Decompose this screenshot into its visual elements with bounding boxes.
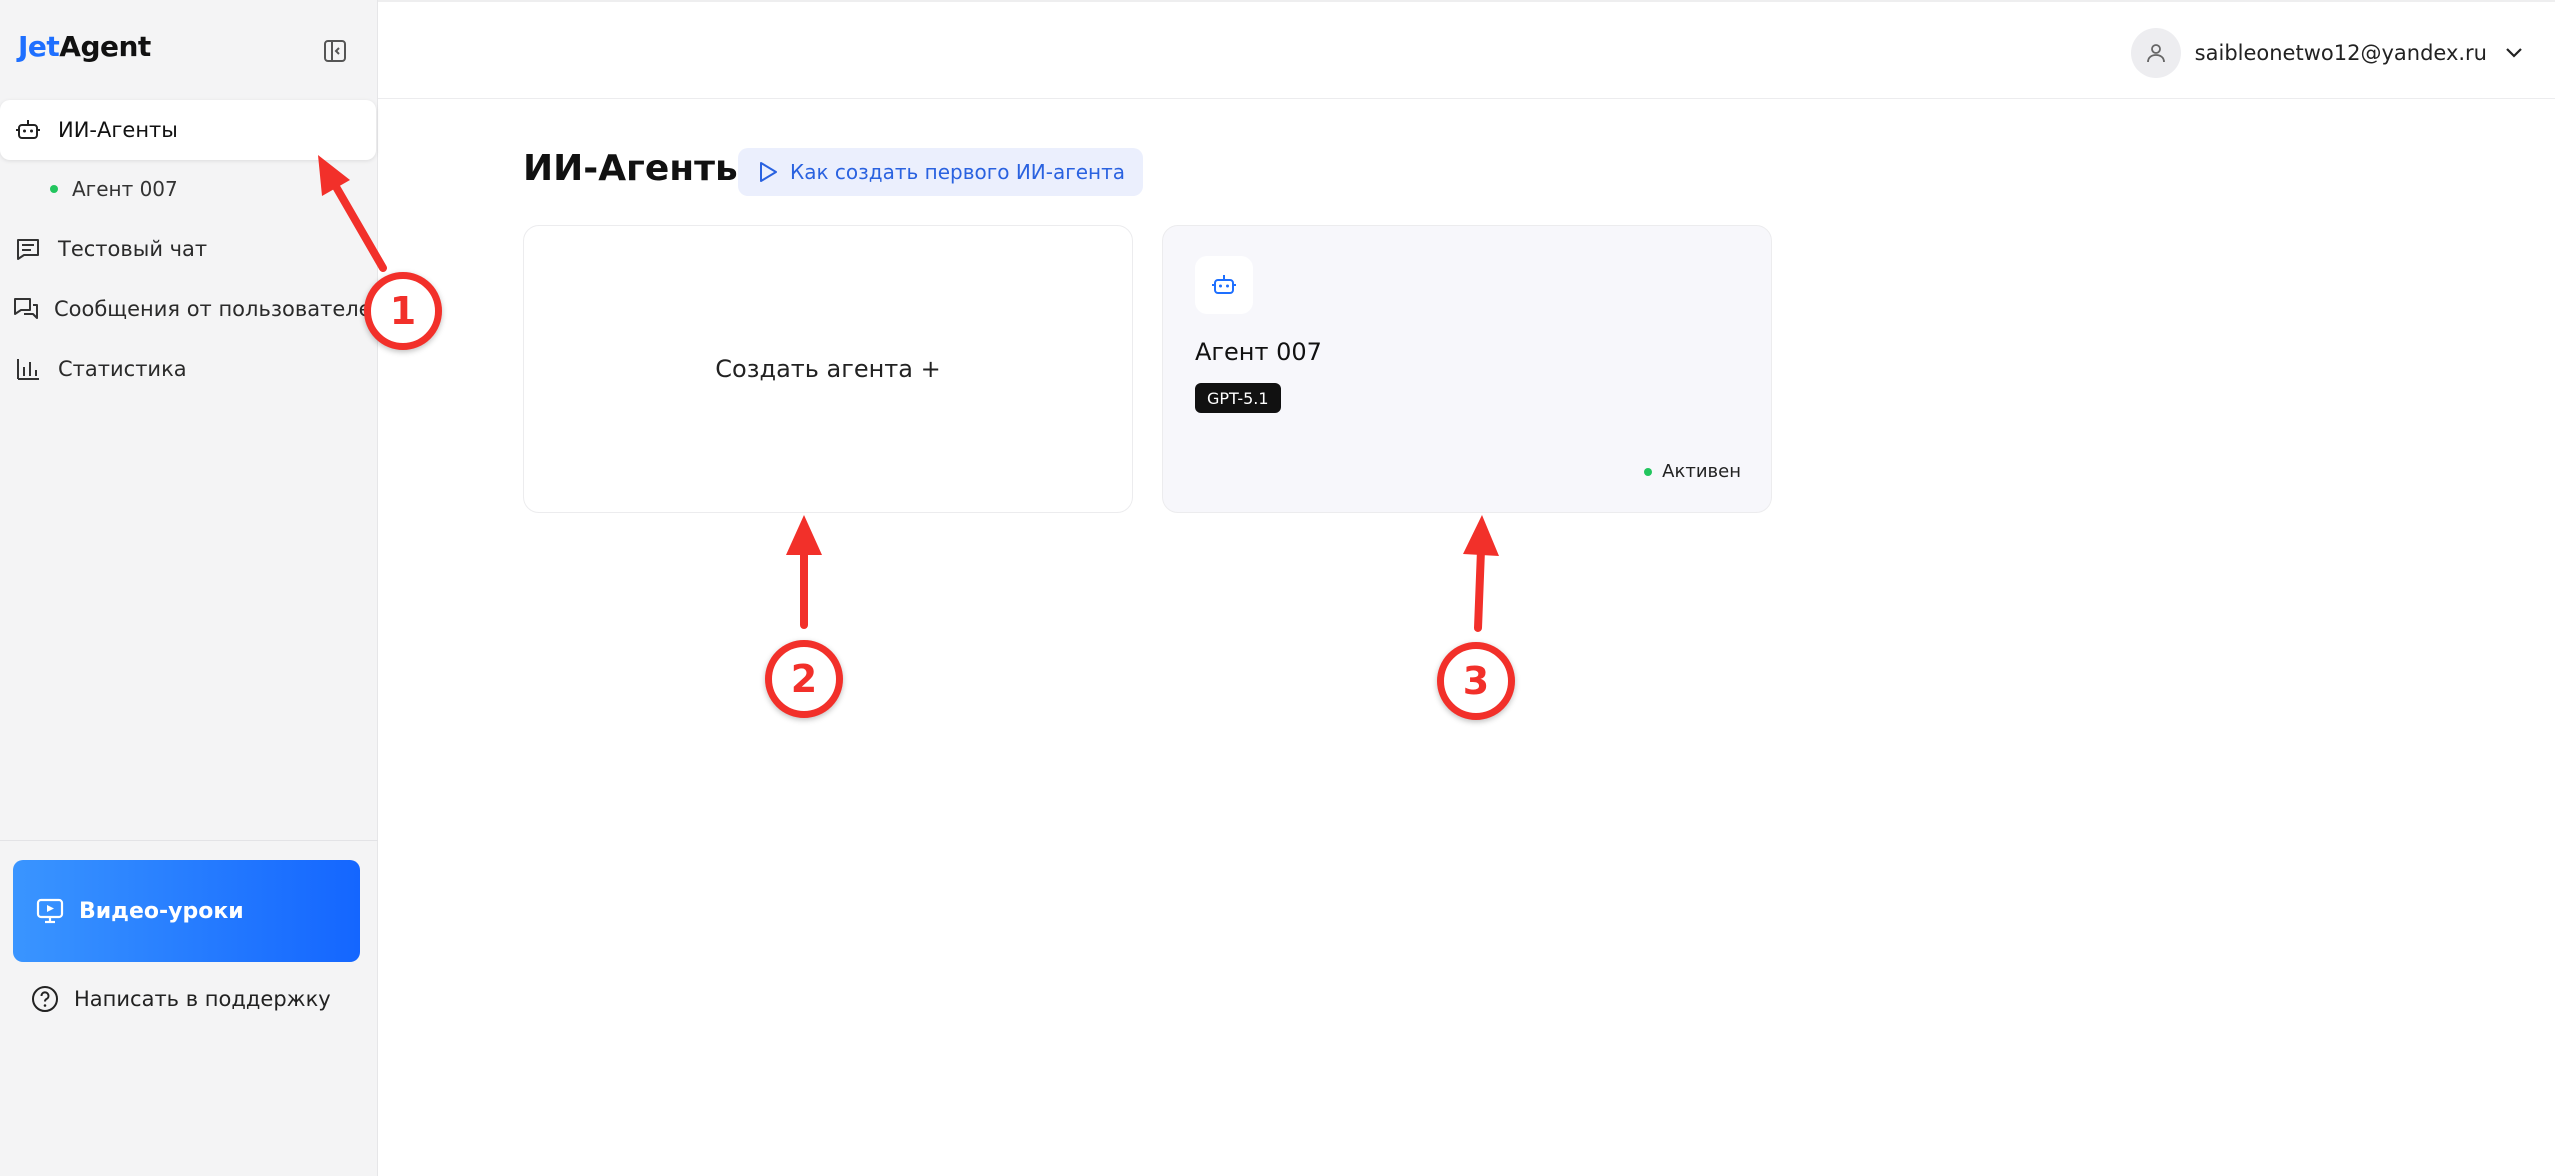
support-label: Написать в поддержку: [74, 987, 331, 1011]
sidebar-item-label: Статистика: [58, 357, 187, 381]
annotation-number-1: 1: [364, 272, 442, 350]
logo-agent: Agent: [59, 30, 151, 63]
howto-button[interactable]: Как создать первого ИИ-агента: [738, 148, 1144, 196]
annotation-arrows: [318, 155, 1499, 632]
help-circle-icon: [30, 984, 60, 1014]
sidebar-item-statistics[interactable]: Статистика: [0, 339, 376, 399]
top-header: saibleonetwo12@yandex.ru: [378, 0, 2555, 99]
howto-label: Как создать первого ИИ-агента: [790, 160, 1126, 184]
user-email: saibleonetwo12@yandex.ru: [2194, 41, 2487, 65]
robot-icon: [12, 114, 44, 146]
sidebar-item-user-messages[interactable]: Сообщения от пользователей: [0, 279, 385, 339]
support-link[interactable]: Написать в поддержку: [30, 984, 331, 1014]
video-screen-icon: [33, 894, 67, 928]
sidebar: JetAgent ИИ-Агенты Агент 007 Тестовый ча…: [0, 0, 385, 1176]
collapse-sidebar-icon[interactable]: [322, 38, 350, 64]
sidebar-item-label: Тестовый чат: [58, 237, 208, 261]
sidebar-item-label: ИИ-Агенты: [58, 118, 178, 142]
create-agent-card[interactable]: Создать агента +: [523, 225, 1133, 513]
chat-lines-icon: [12, 233, 44, 265]
chevron-down-icon[interactable]: [2505, 44, 2523, 63]
sidebar-item-ai-agents[interactable]: ИИ-Агенты: [0, 100, 376, 160]
video-lessons-button[interactable]: Видео-уроки: [13, 860, 360, 962]
create-agent-label: Создать агента +: [715, 355, 941, 383]
sidebar-item-test-chat[interactable]: Тестовый чат: [0, 219, 376, 279]
annotation-arrow-2: [786, 515, 822, 629]
sidebar-subitem-label: Агент 007: [72, 177, 178, 201]
robot-icon: [1195, 256, 1253, 314]
status-label: Активен: [1662, 461, 1741, 482]
sidebar-divider: [0, 840, 378, 841]
status-badge: Активен: [1644, 461, 1741, 482]
sidebar-item-label: Сообщения от пользователей: [54, 297, 386, 321]
annotation-number-3: 3: [1437, 642, 1515, 720]
video-lessons-label: Видео-уроки: [79, 898, 244, 924]
model-badge: GPT-5.1: [1195, 383, 1281, 413]
annotation-number-2: 2: [765, 640, 843, 718]
play-icon: [756, 160, 780, 184]
agent-card[interactable]: Агент 007 GPT-5.1 Активен: [1162, 225, 1772, 513]
status-dot: [1644, 467, 1653, 476]
bar-chart-icon: [12, 353, 44, 385]
app-logo[interactable]: JetAgent: [18, 30, 151, 63]
messages-icon: [12, 293, 40, 325]
user-menu[interactable]: saibleonetwo12@yandex.ru: [2130, 28, 2523, 78]
sidebar-subitem-agent-007[interactable]: Агент 007: [50, 164, 178, 214]
annotation-arrow-3: [1463, 515, 1499, 632]
agent-name: Агент 007: [1195, 338, 1322, 366]
page-title: ИИ-Агенты: [523, 148, 748, 189]
avatar: [2130, 28, 2181, 78]
status-dot: [50, 185, 58, 193]
logo-jet: Jet: [18, 30, 60, 63]
